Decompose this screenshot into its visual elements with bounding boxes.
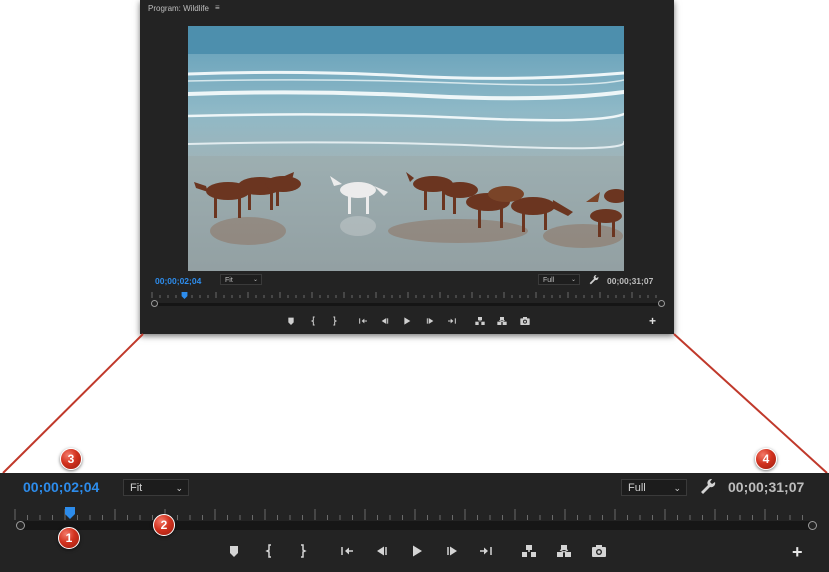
hamburger-icon[interactable]: ≡: [215, 3, 220, 12]
scrollbar-start-handle[interactable]: [151, 300, 158, 307]
chevron-down-icon: ⌄: [175, 483, 183, 493]
zoom-select-zoomed[interactable]: Fit ⌄: [123, 479, 189, 496]
resolution-select-value: Full: [543, 277, 555, 284]
mark-in-button[interactable]: [261, 542, 279, 560]
zoom-scrollbar-zoomed[interactable]: [23, 521, 810, 530]
zoom-select-value: Fit: [130, 482, 143, 494]
zoom-scrollbar[interactable]: [154, 303, 660, 306]
callout-badge-4: 4: [755, 448, 777, 470]
chevron-down-icon: ⌄: [570, 277, 576, 283]
play-button[interactable]: [408, 542, 426, 560]
mark-in-button[interactable]: [308, 315, 320, 327]
resolution-select[interactable]: Full ⌄: [538, 274, 580, 285]
video-frame: [188, 26, 624, 271]
extract-button[interactable]: [555, 542, 573, 560]
step-forward-button[interactable]: [443, 542, 461, 560]
chevron-down-icon: ⌄: [673, 483, 681, 493]
mark-out-button[interactable]: [293, 542, 311, 560]
export-frame-button[interactable]: [590, 542, 608, 560]
callout-badge-3: 3: [60, 448, 82, 470]
go-to-in-button[interactable]: [338, 542, 356, 560]
add-marker-button[interactable]: [285, 315, 297, 327]
playhead-timecode[interactable]: 00;00;02;04: [155, 276, 201, 286]
add-marker-button[interactable]: [225, 542, 243, 560]
step-forward-button[interactable]: [424, 315, 436, 327]
zoom-select[interactable]: Fit ⌄: [220, 274, 262, 285]
zoomed-transport-controls: 00;00;02;04 Fit ⌄ Full ⌄ 00;00;31;07 +: [0, 473, 829, 572]
duration-timecode-zoomed: 00;00;31;07: [728, 479, 805, 495]
extract-button[interactable]: [496, 315, 508, 327]
resolution-select-zoomed[interactable]: Full ⌄: [621, 479, 687, 496]
button-editor-add-button[interactable]: +: [649, 315, 656, 327]
panel-title: Program: Wildlife: [148, 4, 209, 13]
export-frame-button[interactable]: [519, 315, 531, 327]
scrollbar-end-handle[interactable]: [658, 300, 665, 307]
play-button[interactable]: [401, 315, 413, 327]
wildlife-video-image: [188, 26, 624, 271]
duration-timecode: 00;00;31;07: [607, 276, 654, 286]
playhead-icon[interactable]: [64, 507, 76, 519]
lift-button[interactable]: [520, 542, 538, 560]
time-ruler[interactable]: [151, 292, 661, 298]
mark-out-button[interactable]: [328, 315, 340, 327]
go-to-out-button[interactable]: [446, 315, 458, 327]
button-editor-add-button[interactable]: +: [792, 543, 803, 561]
playhead-icon[interactable]: [181, 292, 188, 299]
wrench-icon[interactable]: [589, 273, 599, 285]
callout-badge-1: 1: [58, 527, 80, 549]
lift-button[interactable]: [474, 315, 486, 327]
program-monitor-panel: Program: Wildlife ≡ 00;00;02;04 Fit ⌄ Fu…: [140, 0, 674, 334]
scrollbar-start-handle[interactable]: [16, 521, 25, 530]
chevron-down-icon: ⌄: [252, 277, 258, 283]
time-ruler-zoomed[interactable]: [14, 509, 814, 521]
playhead-timecode-zoomed[interactable]: 00;00;02;04: [23, 479, 99, 495]
step-back-button[interactable]: [379, 315, 391, 327]
go-to-out-button[interactable]: [477, 542, 495, 560]
callout-badge-2: 2: [153, 514, 175, 536]
scrollbar-end-handle[interactable]: [808, 521, 817, 530]
step-back-button[interactable]: [373, 542, 391, 560]
go-to-in-button[interactable]: [357, 315, 369, 327]
wrench-icon[interactable]: [700, 478, 716, 496]
zoom-select-value: Fit: [225, 277, 233, 284]
resolution-select-value: Full: [628, 482, 646, 494]
